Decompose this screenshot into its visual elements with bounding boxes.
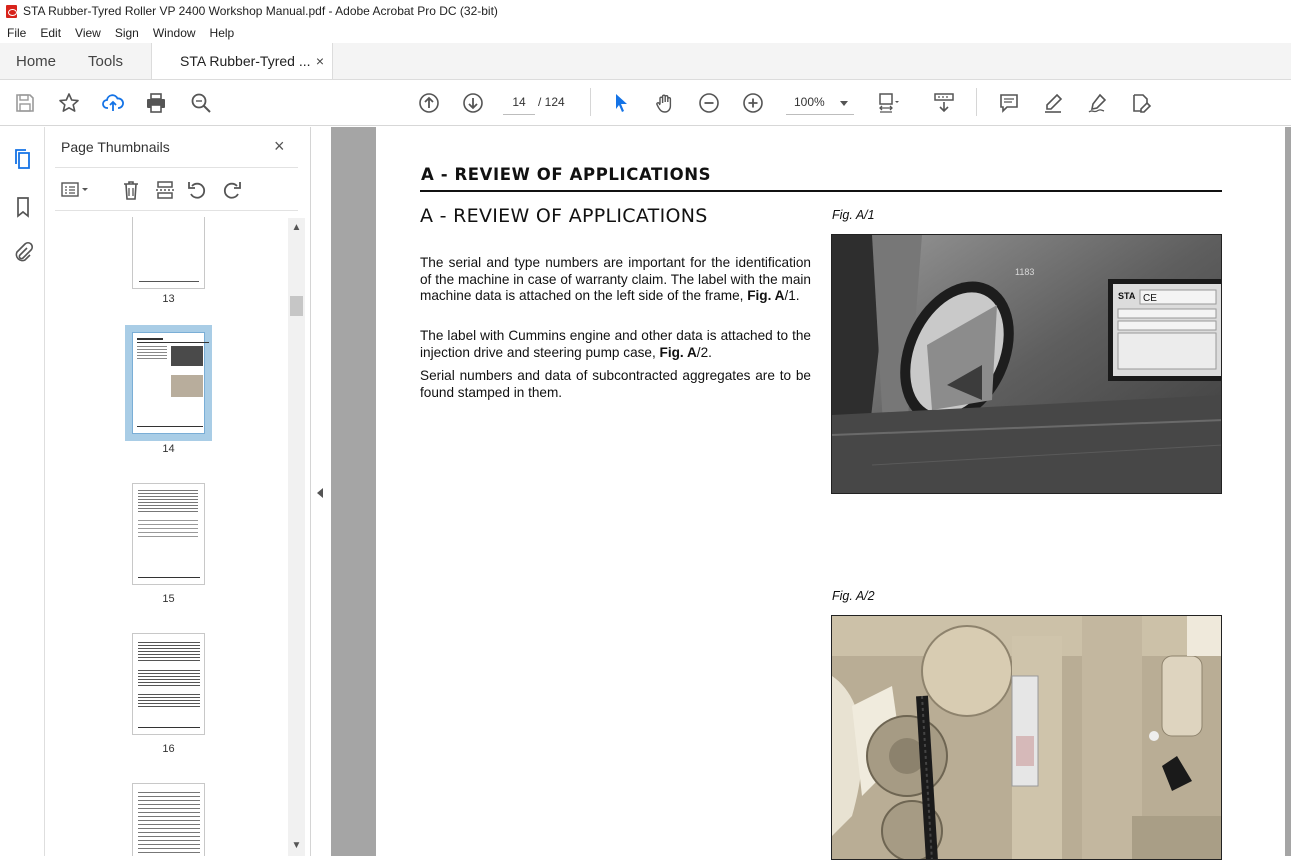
zoom-out-icon[interactable] xyxy=(697,91,721,115)
plate-logo-text: STA xyxy=(1118,291,1136,301)
figure-caption: Fig. A/2 xyxy=(832,589,875,603)
tab-home[interactable]: Home xyxy=(0,43,72,79)
tab-document[interactable]: STA Rubber-Tyred ... × xyxy=(151,43,334,79)
tab-bar: Home Tools STA Rubber-Tyred ... × xyxy=(0,43,1291,80)
previous-page-icon[interactable] xyxy=(417,91,441,115)
frame-stamp: 1183 xyxy=(1015,267,1034,277)
rotate-counterclockwise-icon[interactable] xyxy=(186,179,208,201)
tab-tools[interactable]: Tools xyxy=(72,43,139,79)
plate-ce-mark: CE xyxy=(1143,293,1157,304)
scroll-down-icon[interactable]: ▼ xyxy=(288,840,305,854)
thumbnail-page-17[interactable] xyxy=(132,783,205,856)
select-cursor-icon[interactable] xyxy=(609,91,633,115)
attachment-icon[interactable] xyxy=(11,240,35,264)
navigation-rail xyxy=(0,127,45,856)
body-paragraph: The label with Cummins engine and other … xyxy=(420,328,811,360)
thumbnail-page-13[interactable] xyxy=(132,217,205,289)
thumbnail-page-14[interactable] xyxy=(125,325,212,441)
figure-caption: Fig. A/1 xyxy=(832,208,875,222)
thumbnail-page-image xyxy=(132,332,209,434)
header-rule xyxy=(420,190,1222,192)
acrobat-pdf-icon xyxy=(6,4,17,18)
toolbar-divider xyxy=(976,88,977,116)
page-thumbnails-panel: Page Thumbnails × 13 14 15 16 xyxy=(45,127,310,856)
extract-page-icon[interactable] xyxy=(154,179,176,201)
page-header: A - REVIEW OF APPLICATIONS xyxy=(421,165,712,184)
zoom-level-value: 100% xyxy=(794,95,825,109)
zoom-level-dropdown[interactable]: 100% xyxy=(786,90,854,115)
menu-help[interactable]: Help xyxy=(203,26,242,40)
thumbnail-label: 15 xyxy=(162,593,175,605)
scroll-up-icon[interactable]: ▲ xyxy=(288,222,305,236)
close-panel-button[interactable]: × xyxy=(274,136,285,157)
hand-tool-icon[interactable] xyxy=(653,91,677,115)
page-total: / 124 xyxy=(538,95,565,109)
print-icon[interactable] xyxy=(144,91,168,115)
window-title: STA Rubber-Tyred Roller VP 2400 Workshop… xyxy=(23,4,498,18)
thumbnail-page-15[interactable] xyxy=(132,483,205,585)
bookmark-icon[interactable] xyxy=(11,195,35,219)
highlight-pen-icon[interactable] xyxy=(1041,91,1065,115)
edit-document-icon[interactable] xyxy=(1129,91,1153,115)
thumbnail-label: 16 xyxy=(162,743,175,755)
body-paragraph: The serial and type numbers are importan… xyxy=(420,255,811,303)
menu-file[interactable]: File xyxy=(0,26,33,40)
scrollbar-thumb[interactable] xyxy=(290,296,303,316)
thumbnail-label: 13 xyxy=(162,293,175,305)
sign-pen-icon[interactable] xyxy=(1085,91,1109,115)
chevron-down-icon xyxy=(840,101,848,106)
menu-sign[interactable]: Sign xyxy=(108,26,146,40)
menu-edit[interactable]: Edit xyxy=(33,26,68,40)
upload-cloud-icon[interactable] xyxy=(101,91,125,115)
menu-view[interactable]: View xyxy=(68,26,108,40)
menu-window[interactable]: Window xyxy=(146,26,203,40)
collapse-panel-strip[interactable] xyxy=(310,127,331,856)
thumbnail-options-icon[interactable] xyxy=(60,179,90,201)
find-zoom-icon[interactable] xyxy=(189,91,213,115)
save-icon[interactable] xyxy=(13,91,37,115)
menu-bar: File Edit View Sign Window Help xyxy=(0,22,1291,43)
star-icon[interactable] xyxy=(57,91,81,115)
section-title: A - REVIEW OF APPLICATIONS xyxy=(420,205,708,227)
zoom-in-icon[interactable] xyxy=(741,91,765,115)
rotate-clockwise-icon[interactable] xyxy=(221,179,243,201)
tab-document-label: STA Rubber-Tyred ... xyxy=(180,53,311,69)
page-thumbnails-icon[interactable] xyxy=(11,147,35,171)
body-paragraph: Serial numbers and data of subcontracted… xyxy=(420,368,811,400)
toolbar-divider xyxy=(590,88,591,116)
panel-title: Page Thumbnails xyxy=(61,139,170,155)
thumbnail-page-16[interactable] xyxy=(132,633,205,735)
title-bar: STA Rubber-Tyred Roller VP 2400 Workshop… xyxy=(0,0,1291,22)
tab-close-button[interactable]: × xyxy=(316,53,324,69)
page-fit-icon[interactable] xyxy=(876,91,900,115)
figure-photo-machine-label: STA CE 1183 xyxy=(831,234,1222,494)
pdf-page: A - REVIEW OF APPLICATIONS A - REVIEW OF… xyxy=(376,127,1285,860)
figure-photo-engine-label xyxy=(831,615,1222,860)
delete-page-icon[interactable] xyxy=(120,179,142,201)
comment-icon[interactable] xyxy=(997,91,1021,115)
page-number-input[interactable]: 14 xyxy=(503,90,535,115)
thumbnail-label: 14 xyxy=(162,443,175,455)
thumbnail-toolbar xyxy=(55,167,298,211)
document-viewer[interactable]: A - REVIEW OF APPLICATIONS A - REVIEW OF… xyxy=(331,127,1291,860)
thumbnail-list: 13 14 15 16 xyxy=(55,217,288,856)
scroll-mode-icon[interactable] xyxy=(932,91,956,115)
next-page-icon[interactable] xyxy=(461,91,485,115)
collapse-left-icon xyxy=(317,488,323,498)
